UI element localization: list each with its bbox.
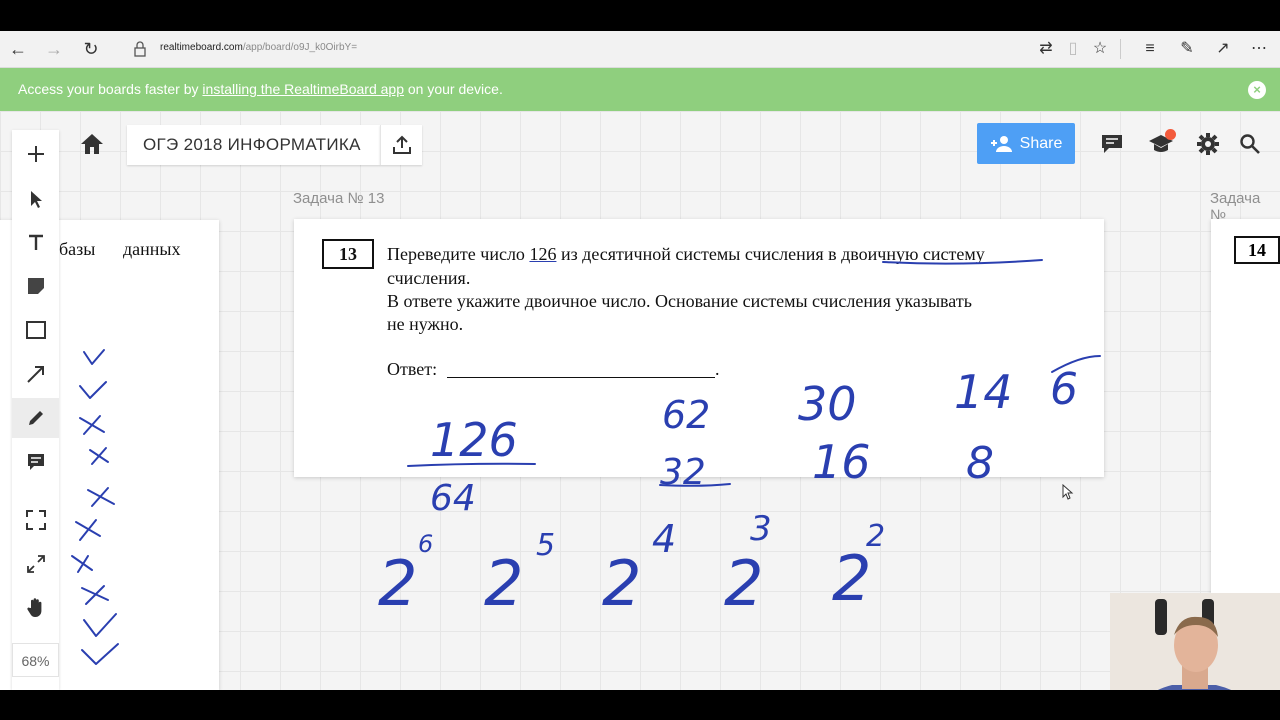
web-note-icon[interactable]: ✎ <box>1176 38 1198 60</box>
favorite-star-icon[interactable]: ☆ <box>1089 38 1111 60</box>
left-frame-word-dannyh: данных <box>123 239 181 259</box>
tools-toolbar <box>12 130 59 690</box>
install-app-link[interactable]: installing the RealtimeBoard app <box>202 81 404 97</box>
browser-toolbar: ← → ↻ realtimeboard.com/app/board/o9J_k0… <box>0 31 1280 68</box>
chat-icon[interactable] <box>1099 131 1125 157</box>
left-frame-word-bazy: базы <box>59 239 96 259</box>
banner-close-button[interactable]: × <box>1248 81 1266 99</box>
task-14-number: 14 <box>1234 236 1280 264</box>
lock-icon <box>134 41 146 57</box>
banner-text-start: Access your boards faster by <box>18 81 203 97</box>
task-text-line-4: не нужно. <box>387 314 464 334</box>
shape-rectangle-icon[interactable] <box>12 310 59 350</box>
forward-icon[interactable]: → <box>42 38 66 60</box>
task-number-126: 126 <box>529 244 557 264</box>
pen-tool-icon[interactable] <box>12 398 59 438</box>
zoom-level[interactable]: 68% <box>12 643 59 677</box>
sticky-note-icon[interactable] <box>12 266 59 306</box>
comment-tool-icon[interactable] <box>12 442 59 482</box>
export-button[interactable] <box>380 125 422 165</box>
select-cursor-icon[interactable] <box>12 179 59 219</box>
add-tool-plus-icon[interactable] <box>12 134 59 174</box>
task-number: 13 <box>322 239 374 269</box>
task-14-frame[interactable] <box>1211 219 1280 599</box>
banner-message: Access your boards faster by installing … <box>18 81 503 97</box>
share-button[interactable]: Share <box>977 123 1075 164</box>
answer-label: Ответ: <box>387 359 438 379</box>
mouse-cursor-icon <box>1062 484 1074 500</box>
task-text-1b: из десятичной системы счисления в двоичн… <box>556 244 985 264</box>
address-bar[interactable]: realtimeboard.com/app/board/o9J_k0OirbY= <box>160 42 357 53</box>
refresh-icon[interactable]: ↻ <box>79 38 103 60</box>
arrow-connector-icon[interactable] <box>12 354 59 394</box>
settings-gear-icon[interactable] <box>1195 131 1221 157</box>
install-app-banner: Access your boards faster by installing … <box>0 68 1280 111</box>
top-letterbox <box>0 0 1280 31</box>
back-icon[interactable]: ← <box>6 38 30 60</box>
toolbar-divider <box>1120 39 1121 59</box>
notification-dot <box>1165 129 1176 140</box>
url-path: /app/board/o9J_k0OirbY= <box>242 42 358 53</box>
text-tool-icon[interactable] <box>12 222 59 262</box>
share-label: Share <box>1019 134 1063 152</box>
task-text-line-1: Переведите число 126 из десятичной систе… <box>387 244 985 265</box>
fullscreen-icon[interactable] <box>12 544 59 584</box>
banner-text-end: on your device. <box>404 81 503 97</box>
hand-pan-icon[interactable] <box>12 588 59 628</box>
url-domain: realtimeboard.com <box>160 42 243 53</box>
search-icon[interactable] <box>1237 131 1263 157</box>
task-text-line-2: счисления. <box>387 268 471 288</box>
task-text-1a: Переведите число <box>387 244 530 264</box>
add-user-icon <box>990 135 1012 152</box>
translate-icon[interactable]: ⇄ <box>1035 38 1057 60</box>
reading-view-icon[interactable]: ▯ <box>1062 38 1084 60</box>
task-text-line-3: В ответе укажите двоичное число. Основан… <box>387 291 972 311</box>
browser-share-icon[interactable]: ↗ <box>1212 38 1234 60</box>
frame-label-13: Задача № 13 <box>293 190 385 207</box>
frame-tool-icon[interactable] <box>12 500 59 540</box>
home-icon[interactable] <box>78 131 106 157</box>
more-icon[interactable]: ⋯ <box>1248 38 1270 60</box>
upload-icon <box>392 135 411 154</box>
answer-period: . <box>715 359 720 379</box>
task-13-image[interactable]: 13 Переведите число 126 из десятичной си… <box>312 230 1069 428</box>
board-title[interactable]: ОГЭ 2018 ИНФОРМАТИКА <box>127 125 380 165</box>
answer-blank <box>447 377 715 378</box>
hub-icon[interactable]: ≡ <box>1139 38 1161 60</box>
bottom-letterbox <box>0 690 1280 720</box>
